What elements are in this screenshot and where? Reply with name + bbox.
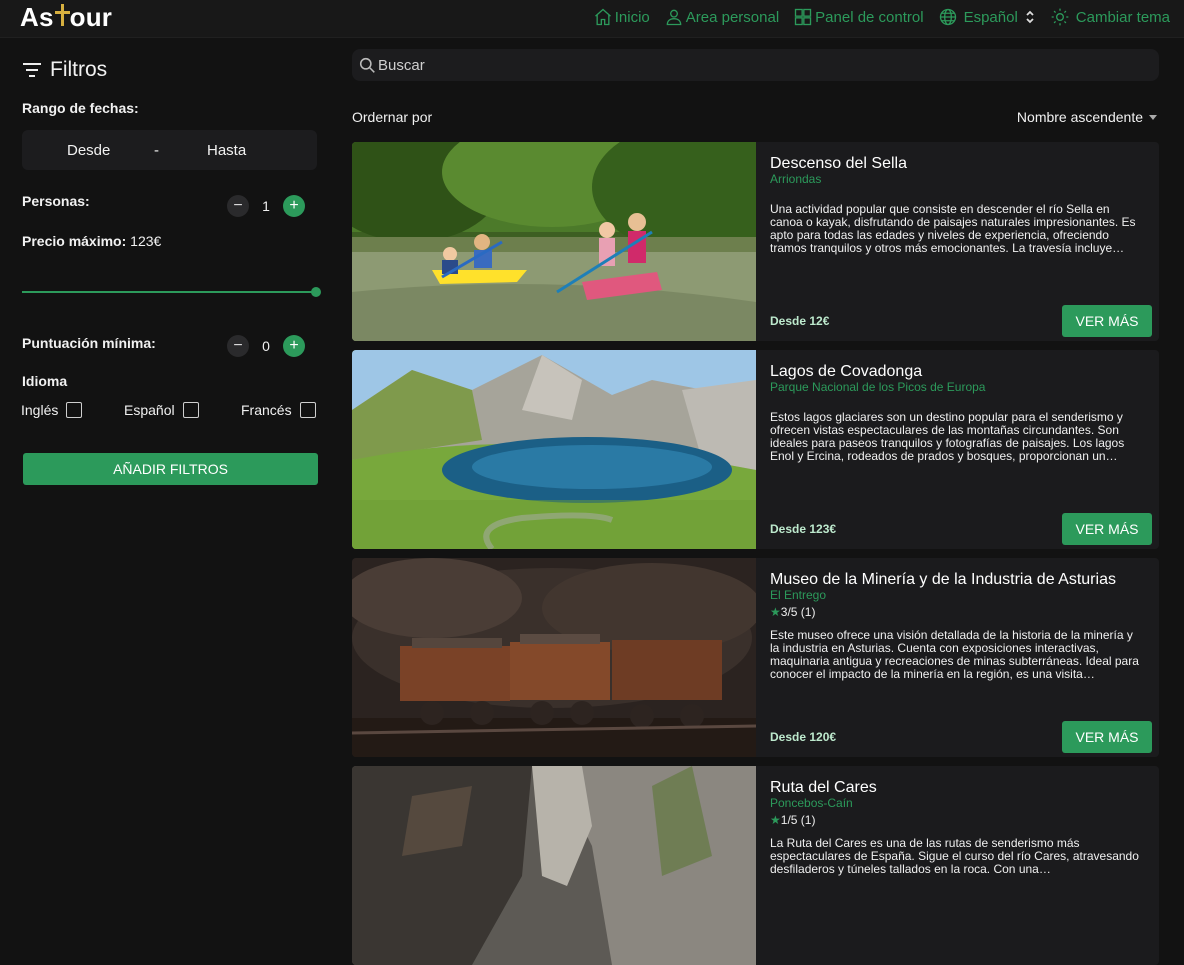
activity-card: Lagos de Covadonga Parque Nacional de lo… [352, 350, 1159, 549]
max-price-value: 123€ [130, 233, 162, 249]
language-option-frances[interactable]: Francés [241, 402, 316, 418]
checkbox-frances[interactable] [299, 402, 316, 418]
language-label: Idioma [22, 373, 68, 389]
min-score-label: Puntuación mínima: [22, 335, 156, 351]
activity-location: Parque Nacional de los Picos de Europa [770, 380, 986, 394]
activity-card-body: Museo de la Minería y de la Industria de… [770, 570, 1152, 753]
home-icon [594, 8, 611, 26]
globe-icon [939, 8, 956, 26]
nav-inicio[interactable]: Inicio [593, 7, 650, 27]
star-icon: ★ [770, 605, 781, 619]
activity-card-body: Lagos de Covadonga Parque Nacional de lo… [770, 362, 1152, 545]
date-range-picker[interactable]: Desde - Hasta [22, 130, 317, 170]
ver-mas-button[interactable]: VER MÁS [1062, 721, 1152, 753]
activity-description: Estos lagos glaciares son un destino pop… [770, 411, 1125, 463]
date-separator: - [154, 142, 159, 159]
activity-card-body: Ruta del Cares Poncebos-Caín ★1/5 (1) La… [770, 778, 1145, 958]
activity-image[interactable] [352, 350, 756, 549]
activity-price: Desde 123€ [770, 522, 837, 536]
activity-image[interactable] [352, 142, 756, 341]
activity-title[interactable]: Lagos de Covadonga [770, 362, 1145, 381]
activity-location: El Entrego [770, 588, 827, 602]
activity-location: Arriondas [770, 172, 822, 186]
sun-icon [1051, 8, 1069, 26]
activity-card: Descenso del Sella Arriondas Una activid… [352, 142, 1159, 341]
activity-rating: ★1/5 (1) [770, 813, 816, 827]
language-option-espanol[interactable]: Español [124, 402, 199, 418]
search-icon [359, 57, 375, 73]
people-increment-button[interactable]: + [283, 195, 305, 217]
add-filters-button[interactable]: AÑADIR FILTROS [23, 453, 318, 485]
activity-title[interactable]: Ruta del Cares [770, 778, 1145, 797]
date-to-field[interactable]: Hasta [207, 142, 246, 159]
cross-icon [54, 2, 70, 28]
star-icon: ★ [770, 813, 781, 827]
filters-heading: Filtros [22, 58, 107, 82]
people-decrement-button[interactable]: − [227, 195, 249, 217]
activity-description: La Ruta del Cares es una de las rutas de… [770, 837, 1139, 876]
checkbox-espanol[interactable] [182, 402, 199, 418]
score-increment-button[interactable]: + [283, 335, 305, 357]
dashboard-icon [795, 8, 812, 26]
people-label: Personas: [22, 193, 90, 209]
search-bar [352, 49, 1159, 81]
checkbox-ingles[interactable] [66, 402, 83, 418]
date-from-field[interactable]: Desde [67, 142, 110, 159]
activity-rating: ★3/5 (1) [770, 605, 816, 619]
activity-image[interactable] [352, 558, 756, 757]
language-selector[interactable]: Español [938, 7, 1036, 27]
main-nav: Inicio Area personal Panel de control Es… [593, 7, 1170, 27]
slider-thumb[interactable] [311, 287, 321, 297]
nav-panel-de-control[interactable]: Panel de control [793, 7, 924, 27]
people-stepper: − 1 + [227, 195, 305, 217]
ver-mas-button[interactable]: VER MÁS [1062, 305, 1152, 337]
date-range-label: Rango de fechas: [22, 100, 139, 116]
activity-card: Ruta del Cares Poncebos-Caín ★1/5 (1) La… [352, 766, 1159, 965]
caret-down-icon [1149, 114, 1157, 120]
filter-icon [23, 63, 41, 77]
activity-location: Poncebos-Caín [770, 796, 853, 810]
activity-description: Este museo ofrece una visión detallada d… [770, 629, 1139, 681]
astour-logo[interactable]: As our [20, 2, 112, 33]
language-option-ingles[interactable]: Inglés [21, 402, 83, 418]
chevron-up-down-icon [1026, 10, 1034, 24]
search-input[interactable] [378, 49, 1138, 81]
score-value: 0 [262, 338, 270, 354]
sort-label: Ordernar por [352, 109, 433, 125]
user-icon [666, 9, 682, 26]
nav-area-personal[interactable]: Area personal [664, 7, 779, 27]
ver-mas-button[interactable]: VER MÁS [1062, 513, 1152, 545]
people-value: 1 [262, 198, 270, 214]
score-decrement-button[interactable]: − [227, 335, 249, 357]
score-stepper: − 0 + [227, 335, 305, 357]
activity-card: Museo de la Minería y de la Industria de… [352, 558, 1159, 757]
top-navbar: As our Inicio Area personal Panel de cont… [0, 0, 1184, 38]
max-price-slider[interactable] [22, 287, 321, 297]
activity-description: Una actividad popular que consiste en de… [770, 203, 1136, 255]
activity-image[interactable] [352, 766, 756, 965]
sort-dropdown[interactable]: Nombre ascendente [1017, 109, 1157, 125]
filters-sidebar: Filtros Rango de fechas: Desde - Hasta P… [0, 38, 336, 876]
activity-card-body: Descenso del Sella Arriondas Una activid… [770, 154, 1152, 337]
language-options: Inglés Español Francés [21, 402, 318, 422]
activity-price: Desde 120€ [770, 730, 837, 744]
max-price-label: Precio máximo: 123€ [22, 233, 162, 249]
activity-title[interactable]: Museo de la Minería y de la Industria de… [770, 570, 1145, 589]
theme-toggle[interactable]: Cambiar tema [1050, 7, 1170, 27]
activity-price: Desde 12€ [770, 314, 830, 328]
activity-title[interactable]: Descenso del Sella [770, 154, 1145, 173]
